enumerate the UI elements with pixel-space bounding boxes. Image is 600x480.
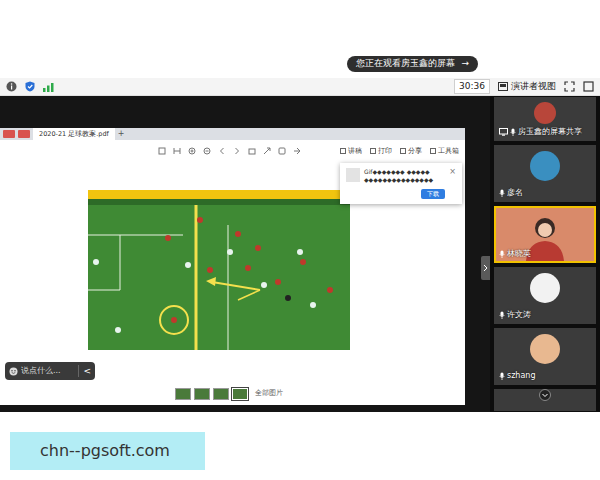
participant-tile[interactable]: 许文涛: [494, 267, 596, 324]
pdf-tool-icon[interactable]: [233, 147, 241, 155]
more-participants[interactable]: [494, 389, 596, 411]
pdf-tool-icon[interactable]: [173, 147, 181, 155]
participant-name: 林晓英: [507, 249, 531, 259]
chat-input[interactable]: [21, 365, 75, 377]
app-tab-icon: [3, 130, 15, 138]
pdf-tool-icon[interactable]: [203, 147, 211, 155]
tool-label: 打印: [378, 146, 392, 157]
app-tab-icon: [18, 130, 30, 138]
popup-thumb: [346, 168, 360, 182]
tool-icon: [370, 148, 376, 154]
sidebar-toggle[interactable]: [481, 256, 490, 280]
tool-button[interactable]: 讲稿: [340, 146, 362, 157]
participant-name: szhang: [507, 371, 536, 381]
participant-tile[interactable]: 林晓英: [494, 206, 596, 263]
participant-name: 许文涛: [507, 310, 531, 320]
watermark-box: chn--pgsoft.com: [10, 432, 205, 470]
match-photo: [88, 190, 350, 350]
tool-icon: [340, 148, 346, 154]
fullscreen-icon[interactable]: [583, 81, 594, 92]
shield-icon[interactable]: [25, 81, 35, 92]
chat-box: <: [5, 362, 95, 380]
participant-avatar: [534, 102, 556, 124]
tool-label: 分享: [408, 146, 422, 157]
main-area: 2020-21 足球教案.pdf + 讲稿 打印 分享 工具箱全部图片 Gif◆◆◆◆◆◆◆…: [0, 96, 600, 412]
participant-list: 房玉鑫的屏幕共享彦名林晓英许文涛 szhang: [490, 96, 600, 412]
banner-text: 您正在观看房玉鑫的屏幕: [356, 58, 455, 70]
tab-strip: 2020-21 足球教案.pdf +: [0, 128, 465, 140]
participant-label: 林晓英: [499, 249, 531, 259]
pdf-tool-icon[interactable]: [218, 147, 226, 155]
notice-popup: Gif◆◆◆◆◆◆◆ ◆◆◆◆◆◆◆◆◆◆◆◆◆◆◆◆◆◆◆◆ 下载 ×: [340, 163, 462, 204]
popup-actions: 下载: [364, 189, 445, 199]
shared-screen-stage: 2020-21 足球教案.pdf + 讲稿 打印 分享 工具箱全部图片 Gif◆◆◆◆◆◆◆…: [0, 96, 490, 412]
thumbnail-strip: 全部图片: [0, 383, 465, 405]
pdf-tab[interactable]: 2020-21 足球教案.pdf: [33, 128, 115, 140]
thumbnail[interactable]: [175, 388, 191, 400]
thumbnail[interactable]: [232, 388, 248, 400]
participant-avatar: [530, 151, 560, 181]
participant-label: szhang: [499, 371, 536, 381]
view-label: 演讲者视图: [511, 80, 556, 94]
microphone-icon: [499, 372, 505, 380]
close-button[interactable]: ×: [449, 168, 456, 176]
participant-tile[interactable]: 彦名: [494, 145, 596, 202]
tool-icon: [400, 148, 406, 154]
download-button[interactable]: 下载: [421, 189, 445, 199]
viewing-banner[interactable]: 您正在观看房玉鑫的屏幕 →: [347, 56, 478, 72]
pdf-tool-labels: 讲稿 打印 分享 工具箱: [340, 146, 459, 157]
participant-label: 房玉鑫的屏幕共享: [499, 127, 582, 137]
pdf-tool-icon[interactable]: [188, 147, 196, 155]
tool-button[interactable]: 分享: [400, 146, 422, 157]
microphone-icon: [499, 311, 505, 319]
participant-name: 房玉鑫的屏幕共享: [518, 127, 582, 137]
chevron-down-icon[interactable]: [539, 389, 551, 401]
participant-label: 彦名: [499, 188, 523, 198]
signal-icon[interactable]: [43, 82, 54, 92]
participant-tile[interactable]: szhang: [494, 328, 596, 385]
grid-icon: [498, 82, 508, 91]
participant-avatar: [530, 334, 560, 364]
participant-avatar: [530, 273, 560, 303]
footer: chn--pgsoft.com: [0, 412, 600, 480]
watermark-text: chn--pgsoft.com: [40, 439, 170, 463]
microphone-icon: [499, 250, 505, 258]
tab-label: 2020-21 足球教案.pdf: [39, 130, 109, 138]
tool-button[interactable]: 打印: [370, 146, 392, 157]
meeting-timer: 30:36: [454, 79, 490, 94]
new-tab-button[interactable]: +: [118, 128, 125, 140]
tool-label: 讲稿: [348, 146, 362, 157]
pdf-tool-icon[interactable]: [248, 147, 256, 155]
popup-text: Gif◆◆◆◆◆◆◆ ◆◆◆◆◆◆◆◆◆◆◆◆◆◆◆◆◆◆◆◆ 下载: [364, 168, 445, 199]
chevron-right-icon: [483, 264, 488, 272]
microphone-icon: [499, 189, 505, 197]
pdf-tool-icon[interactable]: [293, 147, 301, 155]
arrow-icon: →: [461, 58, 469, 70]
participant-label: 许文涛: [499, 310, 531, 320]
meeting-window: 您正在观看房玉鑫的屏幕 → 30:36 演讲者视图 2020-21 足球教案.pdf + 讲…: [0, 0, 600, 480]
info-icon[interactable]: [6, 81, 17, 92]
tool-icon: [430, 148, 436, 154]
screen-share-icon: [499, 128, 508, 136]
pdf-tool-icon[interactable]: [263, 147, 271, 155]
expand-icon[interactable]: [564, 81, 575, 92]
pdf-toolbar: 讲稿 打印 分享 工具箱: [0, 140, 465, 162]
tool-button[interactable]: 工具箱: [430, 146, 459, 157]
tool-label: 工具箱: [438, 146, 459, 157]
participant-name: 彦名: [507, 188, 523, 198]
pdf-tool-icon[interactable]: [158, 147, 166, 155]
speaker-view-button[interactable]: 演讲者视图: [498, 80, 556, 94]
emoji-icon: [9, 367, 18, 376]
top-band: 您正在观看房玉鑫的屏幕 →: [0, 0, 600, 78]
popup-line: Gif◆◆◆◆◆◆◆ ◆◆◆◆◆: [364, 168, 445, 176]
meeting-toolbar: 30:36 演讲者视图: [0, 78, 600, 96]
thumbnail[interactable]: [213, 388, 229, 400]
microphone-icon: [510, 128, 516, 136]
thumbnails-label[interactable]: 全部图片: [255, 389, 283, 399]
popup-line: ◆◆◆◆◆◆◆◆◆◆◆◆◆◆◆: [364, 176, 445, 184]
pdf-tool-icon[interactable]: [278, 147, 286, 155]
thumbnail[interactable]: [194, 388, 210, 400]
participant-tile[interactable]: 房玉鑫的屏幕共享: [494, 97, 596, 141]
chat-collapse-button[interactable]: <: [78, 365, 91, 377]
